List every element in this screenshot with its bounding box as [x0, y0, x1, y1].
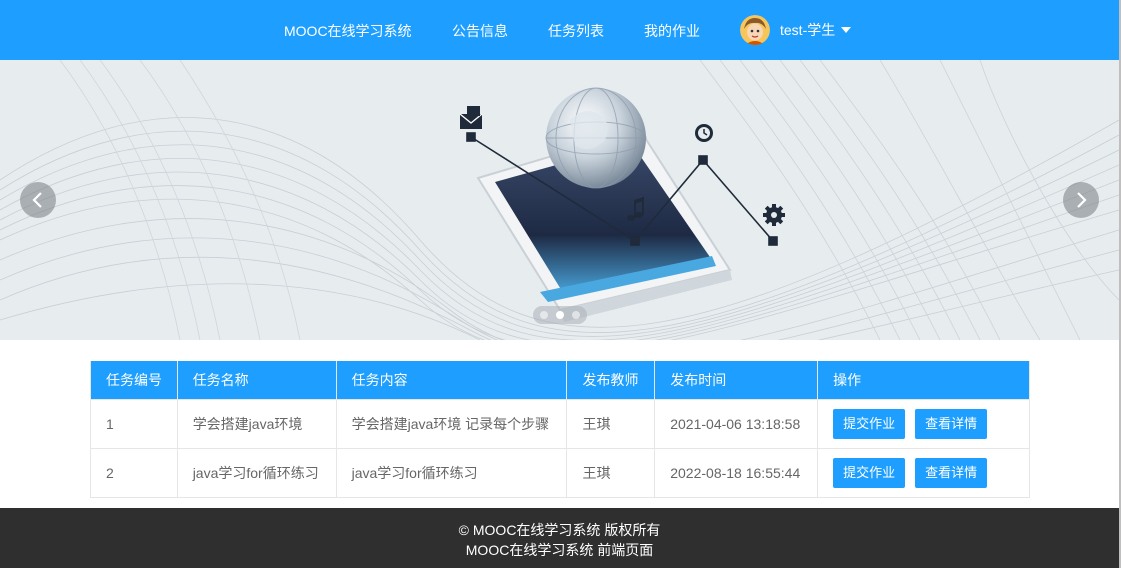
cell-content: 学会搭建java环境 记录每个步骤: [335, 398, 568, 449]
cell-actions: 提交作业 查看详情: [817, 447, 1030, 498]
carousel-dot-3[interactable]: [572, 311, 580, 319]
col-header-time: 发布时间: [654, 361, 819, 399]
banner-carousel: [0, 60, 1119, 340]
cell-name: java学习for循环练习: [176, 447, 337, 498]
footer-copyright: © MOOC在线学习系统 版权所有: [458, 522, 661, 538]
caret-down-icon: [841, 27, 852, 33]
nav-item-task-list[interactable]: 任务列表: [548, 21, 604, 41]
top-nav: MOOC在线学习系统 公告信息 任务列表 我的作业 test-学生: [0, 0, 1119, 60]
user-name: test-学生: [780, 22, 836, 38]
col-header-actions: 操作: [817, 361, 1030, 399]
carousel-prev-button[interactable]: [20, 182, 56, 218]
cell-teacher: 王琪: [566, 398, 656, 449]
globe-image: [545, 87, 647, 189]
footer-subtitle: MOOC在线学习系统 前端页面: [465, 542, 654, 558]
col-header-name: 任务名称: [176, 361, 337, 399]
table-row: 1 学会搭建java环境 学会搭建java环境 记录每个步骤 王琪 2021-0…: [90, 398, 1030, 449]
chevron-right-icon: [1077, 192, 1087, 208]
footer: © MOOC在线学习系统 版权所有 MOOC在线学习系统 前端页面: [0, 508, 1119, 568]
chevron-left-icon: [32, 192, 42, 208]
clock-icon: [695, 124, 713, 142]
task-table: 任务编号 任务名称 任务内容 发布教师 发布时间 操作 1 学会搭建java环境…: [90, 361, 1030, 498]
avatar: [740, 15, 770, 45]
cell-name: 学会搭建java环境: [176, 398, 337, 449]
col-header-teacher: 发布教师: [566, 361, 656, 399]
cell-time: 2021-04-06 13:18:58: [654, 398, 819, 449]
table-row: 2 java学习for循环练习 java学习for循环练习 王琪 2022-08…: [90, 447, 1030, 498]
view-details-button[interactable]: 查看详情: [915, 408, 988, 439]
carousel-indicator: [533, 306, 587, 324]
carousel-next-button[interactable]: [1063, 182, 1099, 218]
nav-item-my-homework[interactable]: 我的作业: [644, 21, 700, 41]
banner-image: [0, 60, 1119, 340]
carousel-dot-1[interactable]: [540, 311, 548, 319]
submit-homework-button[interactable]: 提交作业: [833, 408, 906, 439]
col-header-id: 任务编号: [90, 361, 178, 399]
gear-icon: [763, 204, 785, 226]
user-menu[interactable]: test-学生: [740, 14, 852, 46]
cell-time: 2022-08-18 16:55:44: [654, 447, 819, 498]
task-table-container: 任务编号 任务名称 任务内容 发布教师 发布时间 操作 1 学会搭建java环境…: [90, 361, 1030, 498]
cell-id: 1: [90, 398, 178, 449]
cell-teacher: 王琪: [566, 447, 656, 498]
submit-homework-button[interactable]: 提交作业: [833, 457, 906, 488]
col-header-content: 任务内容: [335, 361, 568, 399]
cell-id: 2: [90, 447, 178, 498]
cell-actions: 提交作业 查看详情: [817, 398, 1030, 449]
table-header-row: 任务编号 任务名称 任务内容 发布教师 发布时间 操作: [90, 361, 1030, 399]
carousel-dot-2[interactable]: [556, 311, 564, 319]
cell-content: java学习for循环练习: [335, 447, 568, 498]
nav-brand-link[interactable]: MOOC在线学习系统: [284, 21, 412, 41]
view-details-button[interactable]: 查看详情: [915, 457, 988, 488]
nav-item-announcements[interactable]: 公告信息: [452, 21, 508, 41]
